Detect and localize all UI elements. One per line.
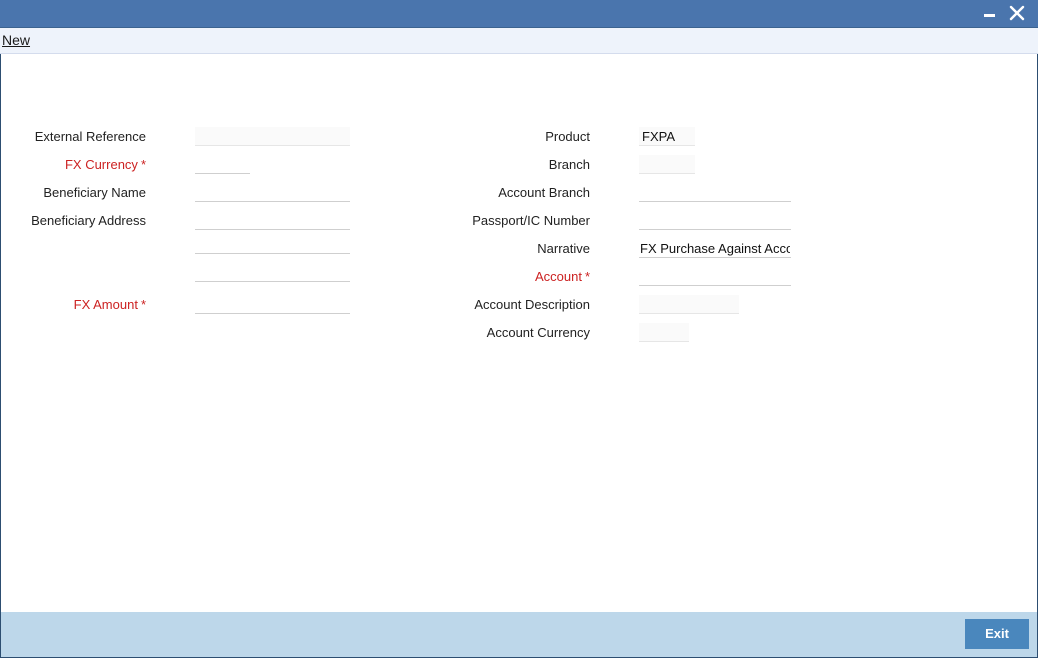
minimize-icon[interactable] [976,0,1002,27]
field-label: Narrative [537,241,590,256]
close-icon[interactable] [1004,0,1030,27]
field-row: Account Currency [1,322,1001,344]
form-body: External Reference FX Currency * Beneficiar… [0,54,1038,612]
right-field-input-5[interactable] [639,267,791,286]
right-field-input-4[interactable] [639,239,791,258]
right-field-input-6 [639,295,739,314]
form-footer: Exit [0,612,1038,658]
exit-button[interactable]: Exit [965,619,1029,649]
field-row: Narrative [1,238,1001,260]
field-row: Account Branch [1,182,1001,204]
field-label: Account Branch [498,185,590,200]
field-label: Passport/IC Number [472,213,590,228]
field-label: Product [545,129,590,144]
form-toolbar: New [0,28,1038,54]
required-asterisk: * [584,269,590,284]
right-field-input-1 [639,155,695,174]
right-field-input-3[interactable] [639,211,791,230]
new-link[interactable]: New [2,32,30,48]
field-row: Passport/IC Number [1,210,1001,232]
right-field-input-0 [639,127,695,146]
field-label: Account * [534,269,590,284]
fx-purchase-window: New External Reference FX Currency * Benefi… [0,0,1038,658]
field-label: Account Currency [486,325,590,340]
field-row: Account * [1,266,1001,288]
right-field-input-7 [639,323,689,342]
field-row: Account Description [1,294,1001,316]
field-row: Product [1,126,1001,148]
window-titlebar [0,0,1038,28]
field-label: Branch [548,157,590,172]
field-label: Account Description [474,297,590,312]
right-field-input-2[interactable] [639,183,791,202]
field-row: Branch [1,154,1001,176]
